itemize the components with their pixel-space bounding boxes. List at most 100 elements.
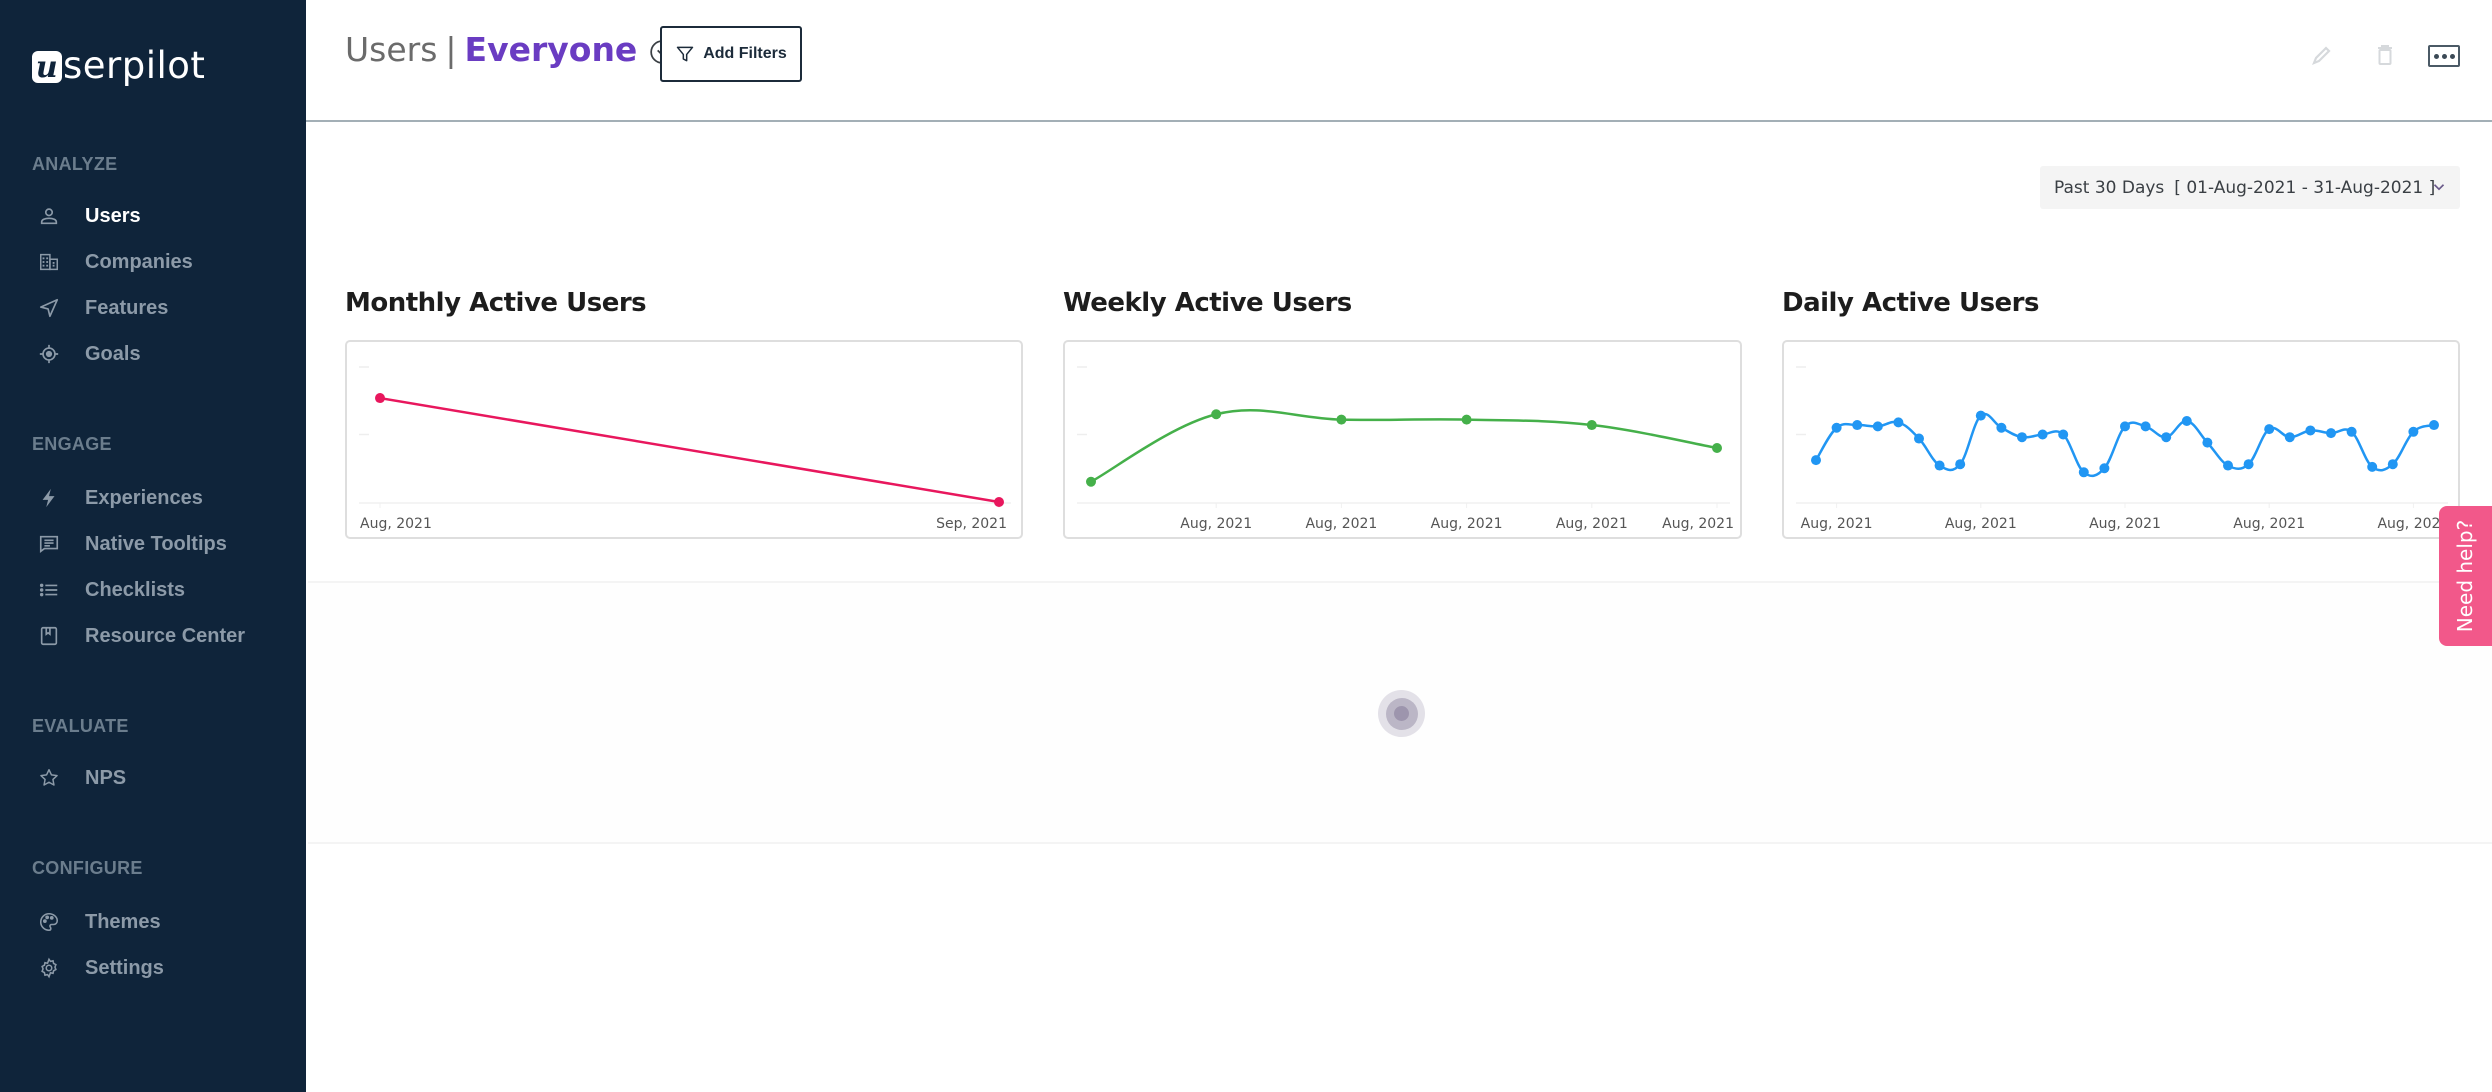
x-tick-label: Aug, 2021 (1662, 516, 1734, 532)
chart-title-daily: Daily Active Users (1782, 288, 2039, 318)
series-line (379, 396, 1000, 504)
sidebar-item-label: Resource Center (85, 624, 246, 647)
trash-icon[interactable] (2372, 42, 2398, 68)
data-point (1586, 420, 1597, 431)
app-root: u serpilot ANALYZE Users Companies Featu… (0, 0, 2492, 1092)
spinner-ring (1385, 697, 1418, 730)
data-point (1811, 455, 1821, 466)
sidebar-item-resource-center[interactable]: Resource Center (0, 616, 306, 656)
data-point (2120, 421, 2130, 432)
data-point (2429, 420, 2439, 431)
sidebar-item-experiences[interactable]: Experiences (0, 478, 306, 518)
x-tick-label: Aug, 2021 (360, 516, 432, 532)
lightning-icon (36, 485, 62, 511)
add-filters-label: Add Filters (703, 45, 787, 62)
segment-selector[interactable]: Everyone (465, 30, 638, 69)
data-point (994, 497, 1004, 507)
data-point (375, 393, 385, 404)
logo-mark: u (32, 50, 62, 85)
data-point (1975, 410, 1986, 421)
loading-spinner (1378, 690, 1425, 737)
sidebar-item-label: Settings (85, 956, 164, 979)
sidebar-item-nps[interactable]: NPS (0, 758, 306, 798)
data-point (1831, 422, 1842, 433)
data-point (2408, 426, 2419, 437)
edit-icon[interactable] (2309, 42, 2335, 68)
x-tick-label: Aug, 2021 (2089, 516, 2161, 532)
data-point (1461, 414, 1472, 425)
x-tick-label: Aug, 2021 (1801, 516, 1873, 532)
data-point (2140, 421, 2151, 432)
sidebar-item-settings[interactable]: Settings (0, 948, 306, 988)
data-point (2037, 429, 2048, 440)
data-point (1893, 417, 1904, 428)
data-point (1336, 414, 1347, 425)
date-range-preset: Past 30 Days (2054, 177, 2165, 198)
x-tick-label: Sep, 2021 (936, 516, 1007, 532)
list-icon (36, 577, 62, 603)
x-tick-label: Aug, 2021 (1305, 516, 1377, 532)
sidebar-item-users[interactable]: Users (0, 196, 306, 236)
data-point (1955, 459, 1966, 470)
chart-title-monthly: Monthly Active Users (345, 288, 647, 318)
sidebar-item-label: Checklists (85, 578, 186, 601)
data-point (2305, 425, 2316, 436)
filter-icon (676, 46, 694, 62)
x-tick-label: Aug, 2021 (2233, 516, 2305, 532)
sidebar-item-label: Features (85, 296, 169, 319)
more-dot (2433, 53, 2439, 59)
sidebar-item-goals[interactable]: Goals (0, 334, 306, 374)
sidebar-item-label: Native Tooltips (85, 532, 227, 555)
sidebar-item-checklists[interactable]: Checklists (0, 570, 306, 610)
section-label-configure: CONFIGURE (32, 858, 143, 878)
user-icon (36, 203, 62, 229)
data-point (1712, 443, 1722, 453)
data-point (2078, 467, 2089, 478)
x-tick-label: Aug, 2021 (1945, 516, 2017, 532)
need-help-label: Need help? (2453, 519, 2478, 633)
data-point (1852, 420, 1863, 431)
sidebar-item-companies[interactable]: Companies (0, 242, 306, 282)
sidebar-item-label: Users (85, 204, 141, 227)
building-icon (36, 249, 62, 275)
sidebar-item-label: Themes (85, 910, 161, 933)
target-icon (36, 341, 62, 367)
bookmark-box-icon (36, 623, 62, 649)
data-point (2367, 461, 2378, 472)
data-point (2099, 463, 2110, 474)
data-point (2161, 432, 2172, 443)
data-point (2058, 429, 2069, 440)
data-point (2326, 428, 2336, 439)
sidebar-item-label: NPS (85, 766, 127, 789)
need-help-tab[interactable]: Need help? (2439, 506, 2492, 646)
sidebar-item-features[interactable]: Features (0, 288, 306, 328)
data-point (2284, 432, 2295, 443)
data-point (1872, 421, 1883, 432)
more-dot (2449, 53, 2455, 59)
section-label-engage: ENGAGE (32, 434, 112, 454)
x-tick-label: Aug, 2021 (1556, 516, 1628, 532)
userpilot-logo[interactable]: u serpilot (32, 40, 205, 90)
message-icon (36, 531, 62, 557)
data-point (2264, 424, 2275, 435)
weekly-active-users-chart: Aug, 2021 Aug, 2021 Aug, 2021 Aug, 2021 Aug,… (1063, 340, 1742, 539)
sidebar-item-label: Companies (85, 250, 193, 273)
more-options-button[interactable] (2428, 45, 2460, 67)
data-point (2017, 432, 2027, 443)
data-point (2387, 459, 2398, 470)
daily-active-users-chart: Aug, 2021 Aug, 2021 Aug, 2021 Aug, 2021 Aug,… (1782, 340, 2460, 539)
sidebar-item-native-tooltips[interactable]: Native Tooltips (0, 524, 306, 564)
data-point (2202, 437, 2213, 448)
sidebar-item-label: Experiences (85, 486, 203, 509)
data-point (1914, 433, 1924, 444)
sidebar-item-themes[interactable]: Themes (0, 902, 306, 942)
add-filters-button[interactable]: Add Filters (660, 26, 802, 82)
data-point (2223, 460, 2233, 471)
page-title: Users | Everyone (345, 30, 675, 69)
sidebar-item-label: Goals (85, 342, 141, 365)
more-dot (2441, 53, 2447, 59)
title-separator: | (445, 30, 457, 69)
section-label-evaluate: EVALUATE (32, 716, 129, 736)
data-point (2346, 426, 2357, 437)
date-range-dropdown[interactable]: Past 30 Days [ 01-Aug-2021 - 31-Aug-2021… (2040, 166, 2460, 209)
